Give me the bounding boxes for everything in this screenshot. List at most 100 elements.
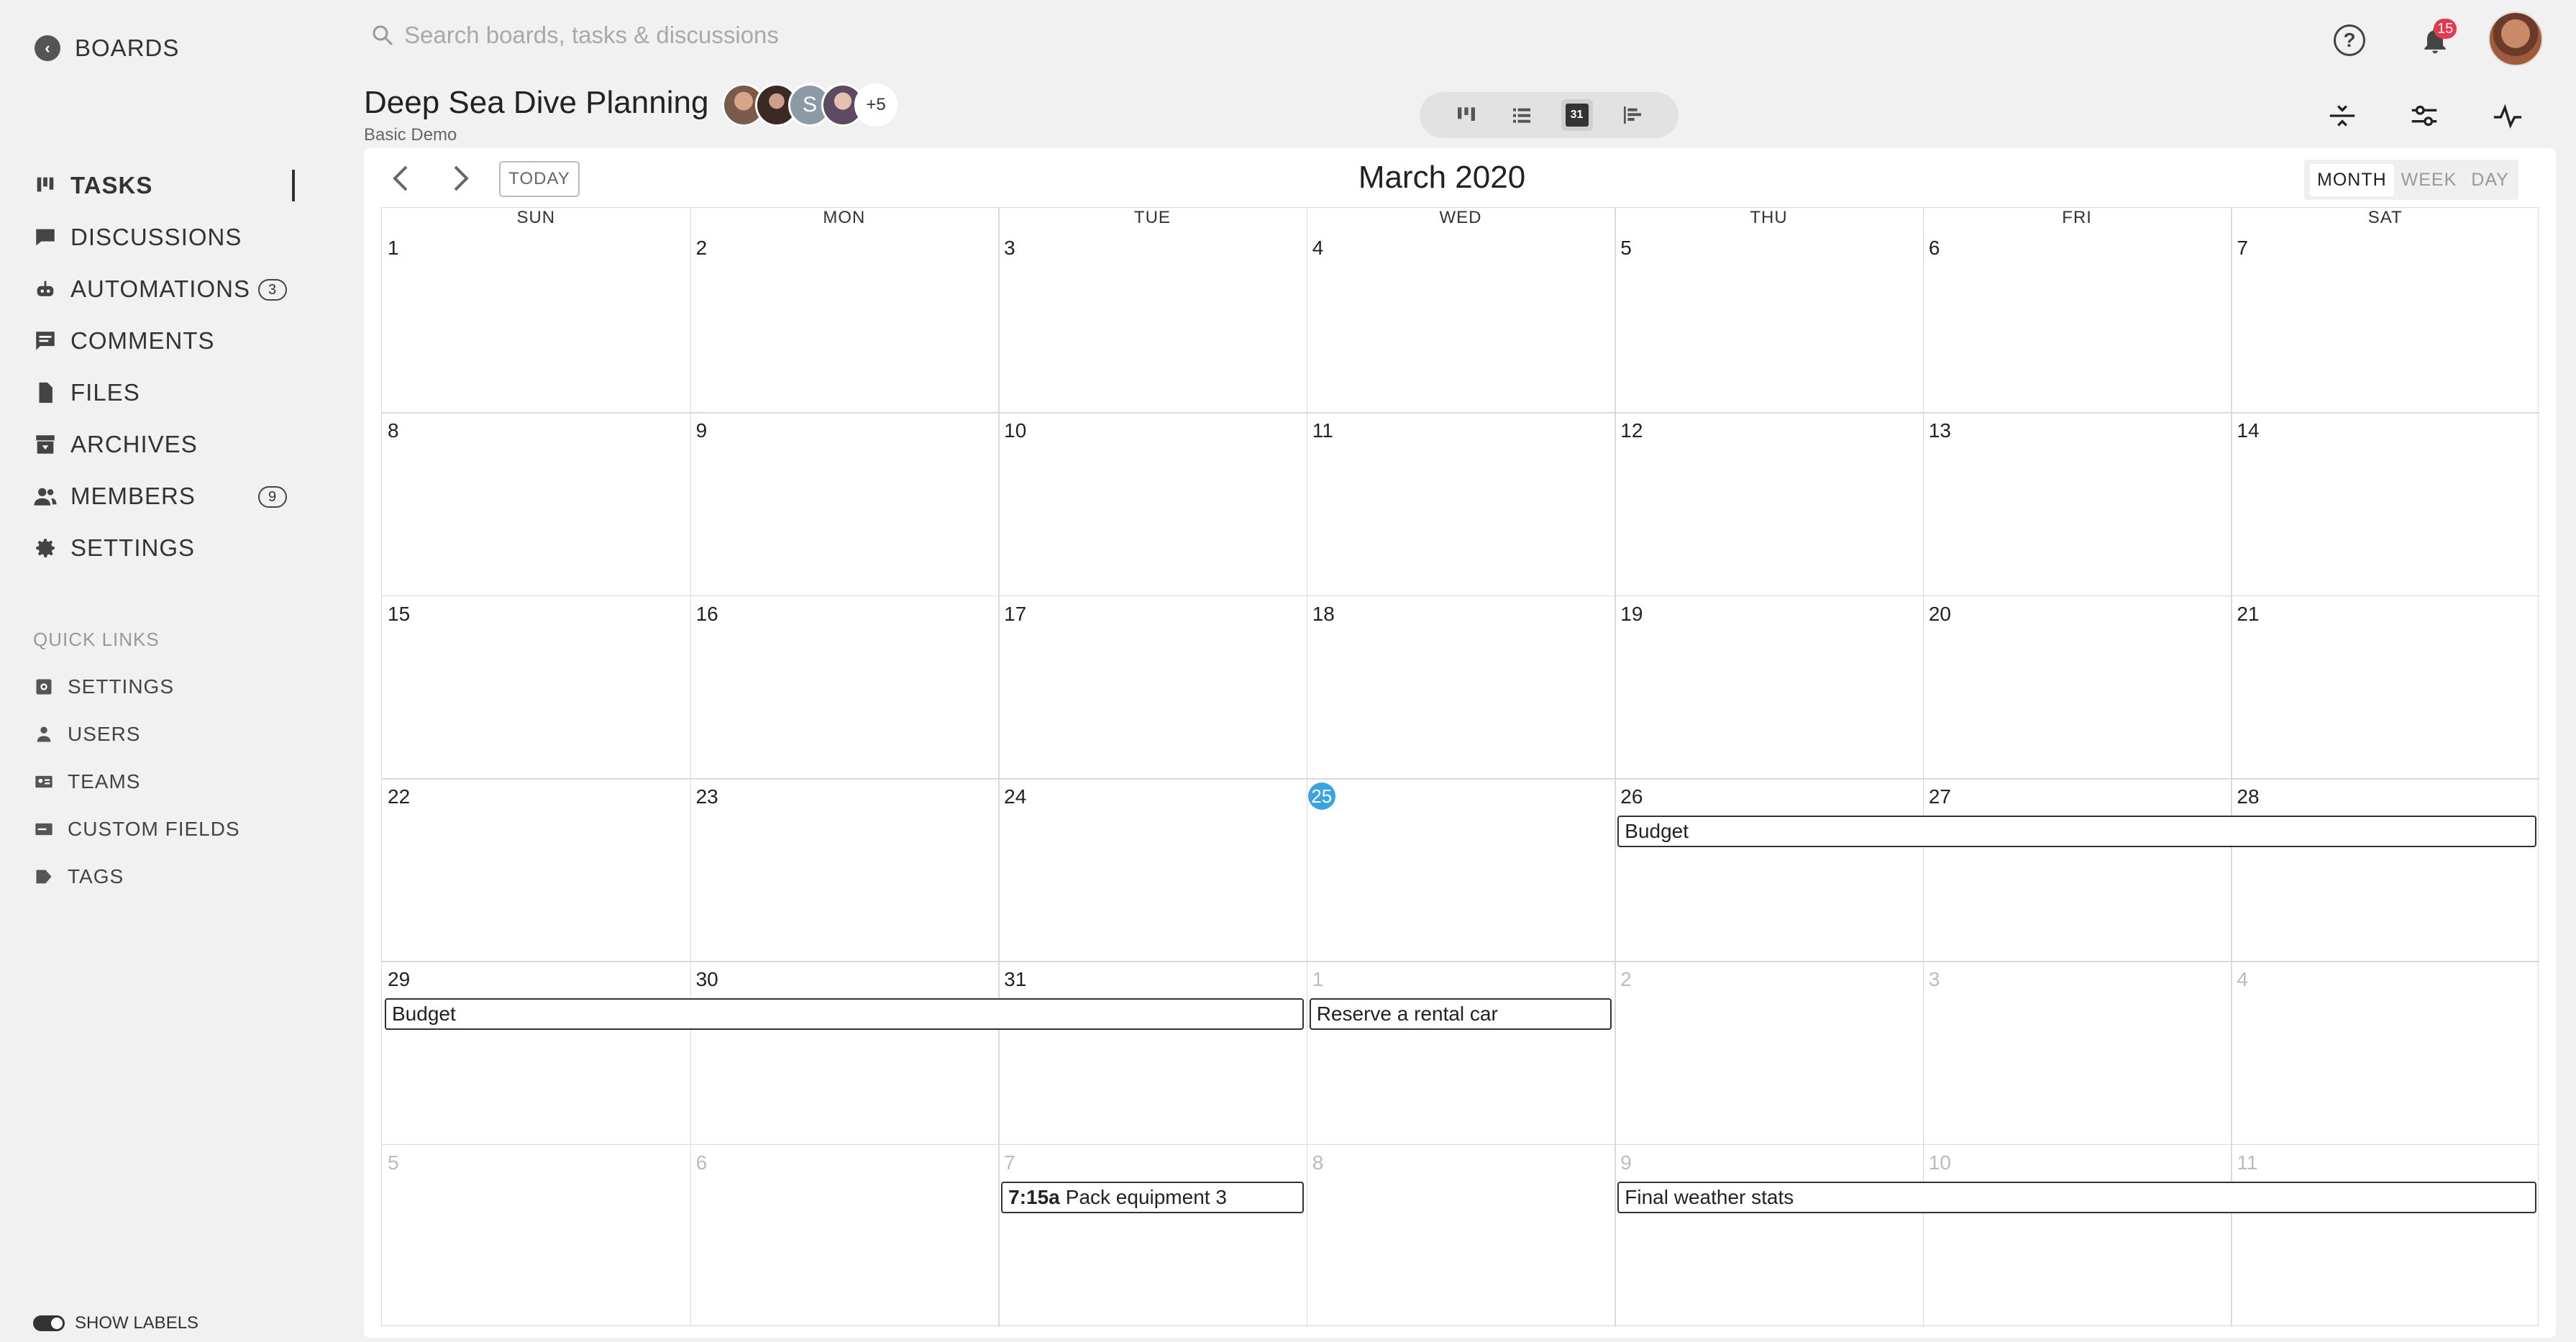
quick-link-settings[interactable]: SETTINGS bbox=[33, 663, 240, 711]
day-number[interactable]: 27 bbox=[1929, 785, 1951, 808]
grid-line bbox=[382, 961, 2539, 962]
day-number[interactable]: 4 bbox=[1312, 237, 1324, 260]
day-number[interactable]: 21 bbox=[2237, 603, 2259, 626]
day-number[interactable]: 15 bbox=[388, 603, 410, 626]
quick-link-teams[interactable]: TEAMS bbox=[33, 758, 240, 805]
day-number[interactable]: 16 bbox=[696, 603, 718, 626]
day-number[interactable]: 5 bbox=[388, 1151, 399, 1174]
timeline-view-button[interactable] bbox=[1617, 99, 1648, 131]
month-title: March 2020 bbox=[1358, 160, 1526, 195]
day-number[interactable]: 10 bbox=[1929, 1151, 1951, 1174]
day-number[interactable]: 3 bbox=[1929, 968, 1940, 991]
sidebar-item-files[interactable]: FILES bbox=[33, 367, 299, 419]
day-number[interactable]: 2 bbox=[696, 237, 708, 260]
sidebar-item-comments[interactable]: COMMENTS bbox=[33, 315, 299, 367]
day-number[interactable]: 17 bbox=[1004, 603, 1026, 626]
list-view-button[interactable] bbox=[1506, 99, 1538, 131]
day-number[interactable]: 20 bbox=[1929, 603, 1951, 626]
search-input[interactable] bbox=[404, 22, 1051, 49]
day-number[interactable]: 3 bbox=[1004, 237, 1015, 260]
day-number[interactable]: 24 bbox=[1004, 785, 1026, 808]
day-number[interactable]: 30 bbox=[696, 968, 718, 991]
filter-button[interactable] bbox=[2406, 98, 2442, 134]
day-number[interactable]: 9 bbox=[1620, 1151, 1632, 1174]
today-date[interactable]: 25 bbox=[1307, 782, 1335, 810]
sidebar-item-label: SETTINGS bbox=[70, 534, 196, 561]
mode-month-button[interactable]: MONTH bbox=[2310, 163, 2394, 196]
sidebar-item-tasks[interactable]: TASKS bbox=[33, 160, 299, 211]
count-badge: 9 bbox=[258, 486, 287, 508]
day-number[interactable]: 18 bbox=[1312, 603, 1335, 626]
day-number[interactable]: 1 bbox=[1312, 968, 1324, 991]
day-number[interactable]: 10 bbox=[1004, 419, 1026, 442]
day-number[interactable]: 29 bbox=[388, 968, 410, 991]
day-number[interactable]: 31 bbox=[1004, 968, 1026, 991]
day-number[interactable]: 23 bbox=[696, 785, 718, 808]
sidebar-item-discussions[interactable]: DISCUSSIONS bbox=[33, 211, 299, 263]
today-button[interactable]: TODAY bbox=[499, 161, 580, 197]
calendar-event[interactable]: Final weather stats bbox=[1617, 1181, 2536, 1213]
day-number[interactable]: 12 bbox=[1620, 419, 1643, 442]
people-icon bbox=[34, 488, 57, 506]
day-number[interactable]: 26 bbox=[1620, 785, 1643, 808]
day-number[interactable]: 11 bbox=[1312, 419, 1333, 442]
activity-button[interactable] bbox=[2490, 98, 2526, 134]
kanban-view-button[interactable] bbox=[1451, 99, 1482, 131]
day-number[interactable]: 7 bbox=[1004, 1151, 1015, 1174]
day-number[interactable]: 2 bbox=[1620, 968, 1632, 991]
compact-toggle-button[interactable] bbox=[2324, 98, 2360, 134]
board-members[interactable]: S +5 bbox=[722, 83, 898, 127]
timeline-icon bbox=[1623, 106, 1641, 124]
sidebar-item-automations[interactable]: AUTOMATIONS 3 bbox=[33, 263, 299, 315]
day-number[interactable]: 28 bbox=[2237, 785, 2259, 808]
sidebar-item-settings[interactable]: SETTINGS bbox=[33, 522, 299, 574]
day-number[interactable]: 8 bbox=[388, 419, 399, 442]
people-icon-wrap bbox=[33, 484, 58, 508]
day-number[interactable]: 4 bbox=[2237, 968, 2248, 991]
day-number[interactable]: 11 bbox=[2237, 1151, 2257, 1174]
day-number[interactable]: 22 bbox=[388, 785, 410, 808]
help-icon[interactable]: ? bbox=[2334, 24, 2365, 56]
user-avatar[interactable] bbox=[2488, 12, 2543, 66]
day-number[interactable]: 9 bbox=[696, 419, 708, 442]
quick-link-tags[interactable]: TAGS bbox=[33, 853, 240, 900]
event-title: Budget bbox=[1625, 820, 1689, 842]
user-icon-wrap bbox=[33, 724, 55, 745]
calendar-event[interactable]: Budget bbox=[385, 998, 1304, 1031]
weekday-header: TUE bbox=[1133, 208, 1171, 227]
calendar-event[interactable]: Reserve a rental car bbox=[1309, 998, 1612, 1031]
mode-week-button[interactable]: WEEK bbox=[2394, 164, 2465, 196]
calendar-grid: SUN MON TUE WED THU FRI SAT 1 2 3 4 5 6 7 8 9 10 11 12 13 14… bbox=[381, 207, 2539, 1327]
day-number[interactable]: 1 bbox=[388, 237, 399, 260]
event-time: 7:15a bbox=[1008, 1185, 1060, 1208]
grid-line bbox=[2231, 208, 2232, 1327]
quick-link-custom-fields[interactable]: CUSTOM FIELDS bbox=[33, 805, 240, 853]
gear-icon bbox=[36, 539, 55, 558]
grid-line bbox=[382, 412, 2539, 414]
day-number[interactable]: 6 bbox=[1929, 237, 1940, 260]
quick-link-users[interactable]: USERS bbox=[33, 711, 240, 758]
calendar-event[interactable]: 7:15a Pack equipment 3 bbox=[1001, 1181, 1304, 1213]
calendar-event[interactable]: Budget bbox=[1617, 816, 2536, 847]
robot-icon-wrap bbox=[33, 277, 58, 301]
chat-icon bbox=[36, 229, 55, 246]
mode-day-button[interactable]: DAY bbox=[2464, 164, 2516, 196]
day-number[interactable]: 7 bbox=[2237, 237, 2248, 260]
next-month-button[interactable] bbox=[444, 163, 476, 194]
board-subtitle: Basic Demo bbox=[364, 125, 457, 145]
quick-link-label: TAGS bbox=[68, 865, 124, 887]
previous-month-button[interactable] bbox=[385, 163, 417, 194]
day-number[interactable]: 14 bbox=[2237, 419, 2259, 442]
sidebar-item-archives[interactable]: ARCHIVES bbox=[33, 419, 299, 470]
day-number[interactable]: 8 bbox=[1312, 1151, 1324, 1174]
day-number[interactable]: 6 bbox=[696, 1151, 708, 1174]
day-number[interactable]: 13 bbox=[1929, 419, 1951, 442]
calendar-view-button[interactable]: 31 bbox=[1561, 99, 1593, 131]
grid-line bbox=[1922, 208, 1924, 1327]
sidebar-item-members[interactable]: MEMBERS 9 bbox=[33, 470, 299, 522]
day-number[interactable]: 19 bbox=[1620, 603, 1643, 626]
more-members-badge[interactable]: +5 bbox=[854, 83, 898, 127]
show-labels-toggle[interactable]: SHOW LABELS bbox=[33, 1313, 198, 1333]
day-number[interactable]: 5 bbox=[1620, 237, 1632, 260]
back-to-boards-button[interactable]: ‹ BOARDS bbox=[35, 35, 179, 62]
